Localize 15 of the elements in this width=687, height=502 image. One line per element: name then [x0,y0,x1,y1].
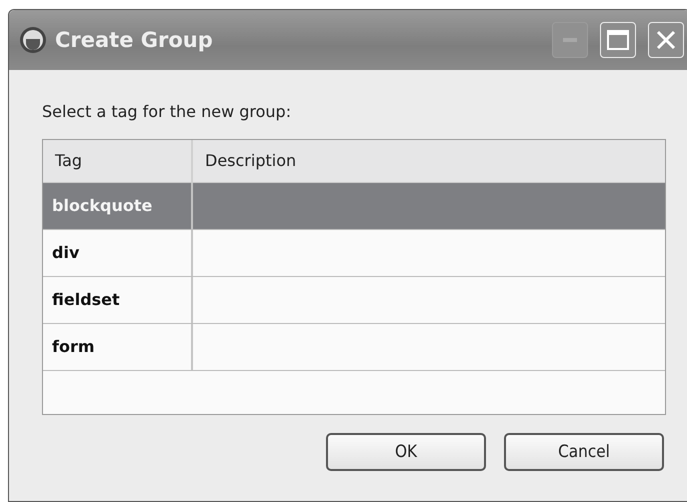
close-icon [656,30,676,50]
window-title: Create Group [55,28,214,52]
table-row[interactable]: blockquote [43,183,665,230]
close-button[interactable] [648,22,684,58]
table-row[interactable]: fieldset [43,277,665,324]
maximize-icon [607,30,629,50]
ok-button[interactable]: OK [326,433,486,471]
prompt-label: Select a tag for the new group: [42,102,292,121]
cancel-button[interactable]: Cancel [504,433,664,471]
table-row[interactable]: div [43,230,665,277]
tag-cell: form [43,324,193,370]
maximize-button[interactable] [600,22,636,58]
table-row[interactable]: form [43,324,665,371]
app-icon [19,26,47,54]
column-header[interactable]: Description [193,140,665,182]
